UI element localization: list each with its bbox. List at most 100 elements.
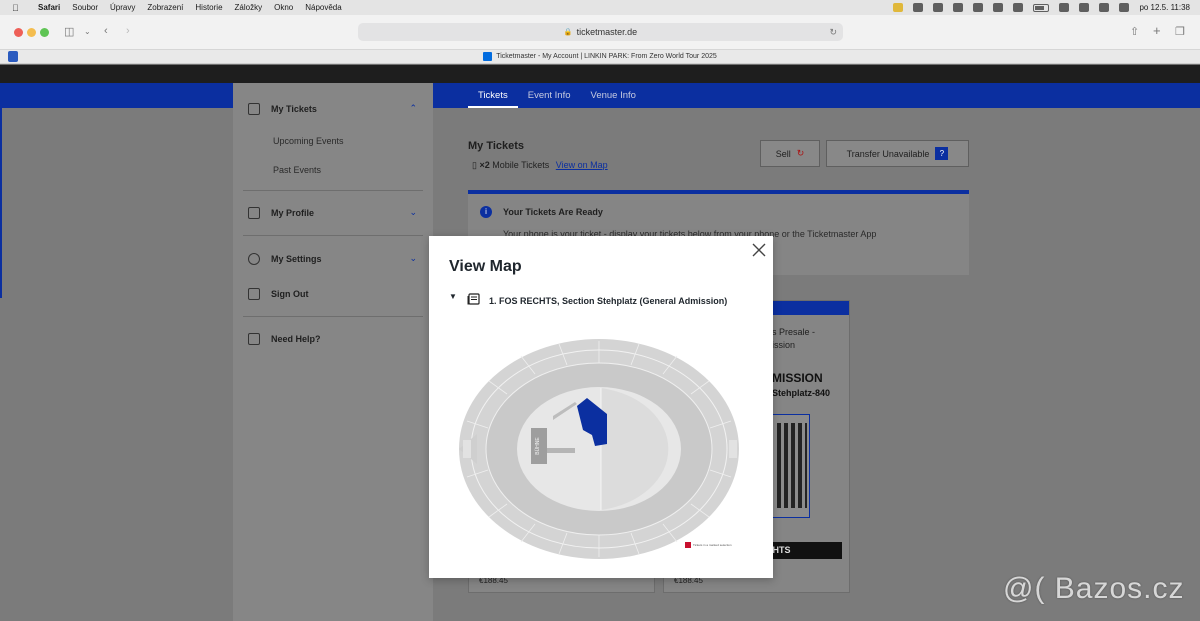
upload-icon[interactable] [953, 3, 964, 12]
profile-card-icon [248, 207, 260, 219]
reload-icon[interactable]: ↻ [829, 27, 837, 38]
refresh-icon: ↻ [796, 148, 805, 158]
window-zoom-button[interactable] [40, 28, 49, 37]
my-tickets-title: My Tickets [468, 140, 525, 152]
ticket-section-bar: CHTS [764, 542, 842, 559]
ticket-admission: MISSION [772, 371, 823, 385]
account-sidebar: My Tickets ⌃ Upcoming Events Past Events… [233, 83, 433, 621]
question-icon[interactable]: ? [935, 147, 949, 160]
new-tab-icon[interactable]: + [1153, 23, 1161, 38]
menu-item-view[interactable]: Zobrazení [147, 3, 183, 12]
address-bar[interactable]: 🔒 ticketmaster.de ↻ [358, 23, 843, 41]
tab-venue-info[interactable]: Venue Info [581, 83, 646, 108]
view-on-map-link[interactable]: View on Map [556, 160, 608, 170]
tab-tickets[interactable]: Tickets [468, 83, 518, 108]
ticket-presale-text: s Presale - ission [772, 326, 815, 352]
transfer-button[interactable]: Transfer Unavailable ? [826, 140, 969, 167]
presale-line-2: ission [772, 340, 796, 350]
tab-event-info[interactable]: Event Info [518, 83, 581, 108]
sidebar-toggle-icon[interactable]: ◫ [64, 25, 74, 38]
back-icon[interactable]: ‹ [104, 25, 108, 37]
vpn-icon[interactable] [973, 3, 984, 12]
share-icon[interactable]: ⇧ [1130, 25, 1139, 38]
forward-icon[interactable]: › [126, 25, 130, 37]
gear-icon [248, 253, 260, 265]
control-center-icon[interactable] [1099, 3, 1110, 12]
sidebar-menu-chevron-icon[interactable]: ⌄ [84, 27, 91, 36]
window-close-button[interactable] [14, 28, 23, 37]
ready-title: Your Tickets Are Ready [503, 207, 603, 217]
status-app-icon[interactable] [893, 3, 904, 12]
ticket-type: Mobile Tickets [492, 160, 550, 170]
chevron-up-icon[interactable]: ⌃ [409, 103, 417, 114]
pinned-site-icon[interactable] [8, 51, 18, 62]
transfer-button-label: Transfer Unavailable [846, 148, 930, 159]
sidebar-item-upcoming-events[interactable]: Upcoming Events [273, 136, 344, 146]
siri-icon[interactable] [1119, 3, 1130, 12]
sidebar-item-my-settings[interactable]: My Settings [248, 253, 322, 265]
sidebar-item-label: My Tickets [271, 104, 317, 114]
wifi-icon[interactable] [1059, 3, 1070, 12]
stadium-map[interactable]: BÜHNE [459, 336, 743, 562]
address-bar-url: ticketmaster.de [576, 27, 638, 37]
menu-item-history[interactable]: Historie [195, 3, 222, 12]
menu-item-file[interactable]: Soubor [72, 3, 98, 12]
chevron-down-icon[interactable]: ⌄ [409, 253, 417, 264]
clock-app-icon[interactable] [993, 3, 1004, 12]
presale-line-1: s Presale - [772, 327, 816, 337]
tab-title[interactable]: Ticketmaster - My Account | LINKIN PARK:… [496, 53, 717, 60]
tab-bar[interactable]: Ticketmaster - My Account | LINKIN PARK:… [0, 50, 1200, 64]
sidebar-divider [243, 316, 423, 317]
bluetooth-icon[interactable] [1013, 3, 1024, 12]
dropbox-icon[interactable] [913, 3, 924, 12]
sidebar-item-need-help[interactable]: Need Help? [248, 333, 321, 345]
sidebar-item-my-tickets[interactable]: My Tickets [248, 103, 317, 115]
sidebar-item-past-events[interactable]: Past Events [273, 165, 321, 175]
left-accent [0, 108, 2, 298]
menu-item-bookmarks[interactable]: Záložky [235, 3, 263, 12]
drive-icon[interactable] [933, 3, 944, 12]
stage-label: BÜHNE [534, 437, 541, 455]
view-map-modal: View Map ▼ 1. FOS RECHTS, Section Stehpl… [429, 236, 773, 578]
menu-item-window[interactable]: Okno [274, 3, 293, 12]
menu-item-edit[interactable]: Úpravy [110, 3, 135, 12]
spotlight-icon[interactable] [1079, 3, 1090, 12]
close-icon[interactable] [751, 242, 767, 258]
stadium-entrance-right [729, 440, 737, 458]
ticket-icon [467, 293, 480, 305]
modal-title: View Map [449, 258, 522, 275]
expand-caret-icon[interactable]: ▼ [449, 292, 457, 301]
menu-app-name[interactable]: Safari [38, 3, 60, 12]
sign-out-icon [248, 288, 260, 300]
help-icon [248, 333, 260, 345]
sidebar-divider [243, 235, 423, 236]
lock-icon: 🔒 [563, 29, 573, 36]
menubar-status-area: po 12.5. 11:38 [893, 0, 1190, 15]
window-minimize-button[interactable] [27, 28, 36, 37]
chevron-down-icon[interactable]: ⌄ [409, 207, 417, 218]
menubar-clock[interactable]: po 12.5. 11:38 [1139, 3, 1190, 12]
safari-toolbar: ◫ ⌄ ‹ › 🔒 ticketmaster.de ↻ ⇧ + ❐ [0, 15, 1200, 50]
ticket-section: Stehplatz-840 [772, 388, 831, 398]
sidebar-item-label: My Profile [271, 208, 315, 218]
sidebar-item-label: Need Help? [271, 334, 321, 344]
info-icon: i [480, 206, 492, 218]
site-header [0, 65, 1200, 83]
ticket-icon [248, 103, 260, 115]
sidebar-item-my-profile[interactable]: My Profile [248, 207, 314, 219]
sidebar-item-label: Sign Out [271, 289, 309, 299]
phone-icon: ▯ [472, 160, 477, 170]
sidebar-item-sign-out[interactable]: Sign Out [248, 288, 309, 300]
qr-code [772, 414, 810, 518]
menu-item-help[interactable]: Nápověda [305, 3, 341, 12]
bazos-watermark: @( Bazos.cz [1003, 572, 1185, 605]
tab-overview-icon[interactable]: ❐ [1175, 25, 1185, 38]
apple-menu-icon[interactable]:  [12, 3, 26, 13]
ticketmaster-favicon-icon [483, 52, 493, 61]
sidebar-divider [243, 190, 423, 191]
ticket-count-line: ▯ ×2 Mobile Tickets View on Map [472, 160, 608, 171]
legend-swatch [685, 542, 691, 548]
battery-icon[interactable] [1033, 3, 1050, 12]
sell-button[interactable]: Sell ↻ [760, 140, 820, 167]
event-tabs: Tickets Event Info Venue Info [468, 83, 646, 108]
